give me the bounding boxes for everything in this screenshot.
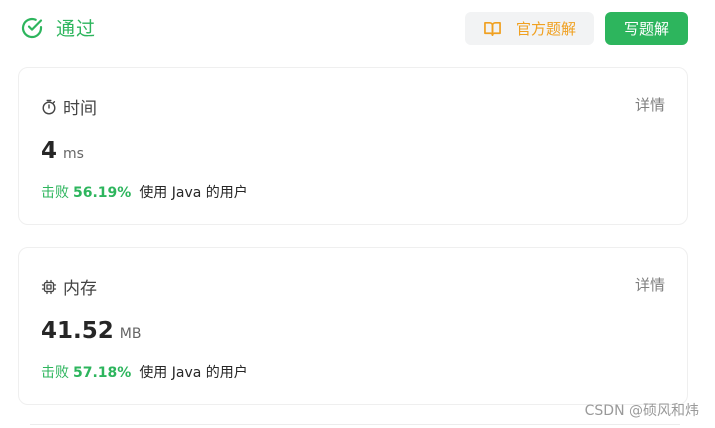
write-solution-label: 写题解 (623, 20, 669, 38)
memory-metric: 41.52 MB (41, 318, 141, 344)
status-indicator: 通过 (20, 14, 96, 41)
memory-card: 内存 详情 41.52 MB 击败 57.18% 使用 Java 的用户 (18, 247, 688, 405)
chip-icon (41, 279, 63, 295)
runtime-title-label: 时间 (63, 99, 97, 119)
book-icon (483, 20, 516, 37)
memory-title-label: 内存 (63, 279, 97, 299)
write-solution-button[interactable]: 写题解 (605, 12, 688, 45)
runtime-value: 4 (41, 138, 58, 164)
runtime-detail-link[interactable]: 详情 (635, 94, 665, 115)
memory-title: 内存 (41, 274, 97, 299)
stopwatch-icon (41, 99, 63, 115)
official-solution-label: 官方题解 (515, 20, 576, 38)
status-label: 通过 (56, 18, 97, 40)
check-circle-icon (20, 16, 44, 40)
runtime-unit: ms (63, 146, 84, 162)
watermark: CSDN @硕风和炜 (584, 403, 699, 419)
memory-value: 41.52 (41, 318, 114, 344)
official-solution-button[interactable]: 官方题解 (465, 12, 594, 45)
runtime-title: 时间 (41, 94, 97, 119)
memory-detail-link[interactable]: 详情 (635, 274, 665, 295)
memory-beats-label: 击败 (41, 365, 69, 381)
runtime-beats-tail: 使用 Java 的用户 (139, 185, 248, 201)
result-header: 通过 官方题解 写题解 (0, 0, 715, 60)
memory-beats-percent: 57.18% (73, 365, 132, 381)
runtime-beats-label: 击败 (41, 185, 69, 201)
runtime-card: 时间 详情 4 ms 击败 56.19% 使用 Java 的用户 (18, 67, 688, 225)
runtime-beats-percent: 56.19% (73, 185, 132, 201)
runtime-metric: 4 ms (41, 138, 84, 164)
runtime-beats: 击败 56.19% 使用 Java 的用户 (41, 182, 248, 202)
memory-unit: MB (119, 326, 142, 342)
memory-beats-tail: 使用 Java 的用户 (139, 365, 248, 381)
divider (30, 424, 680, 425)
memory-beats: 击败 57.18% 使用 Java 的用户 (41, 362, 248, 382)
